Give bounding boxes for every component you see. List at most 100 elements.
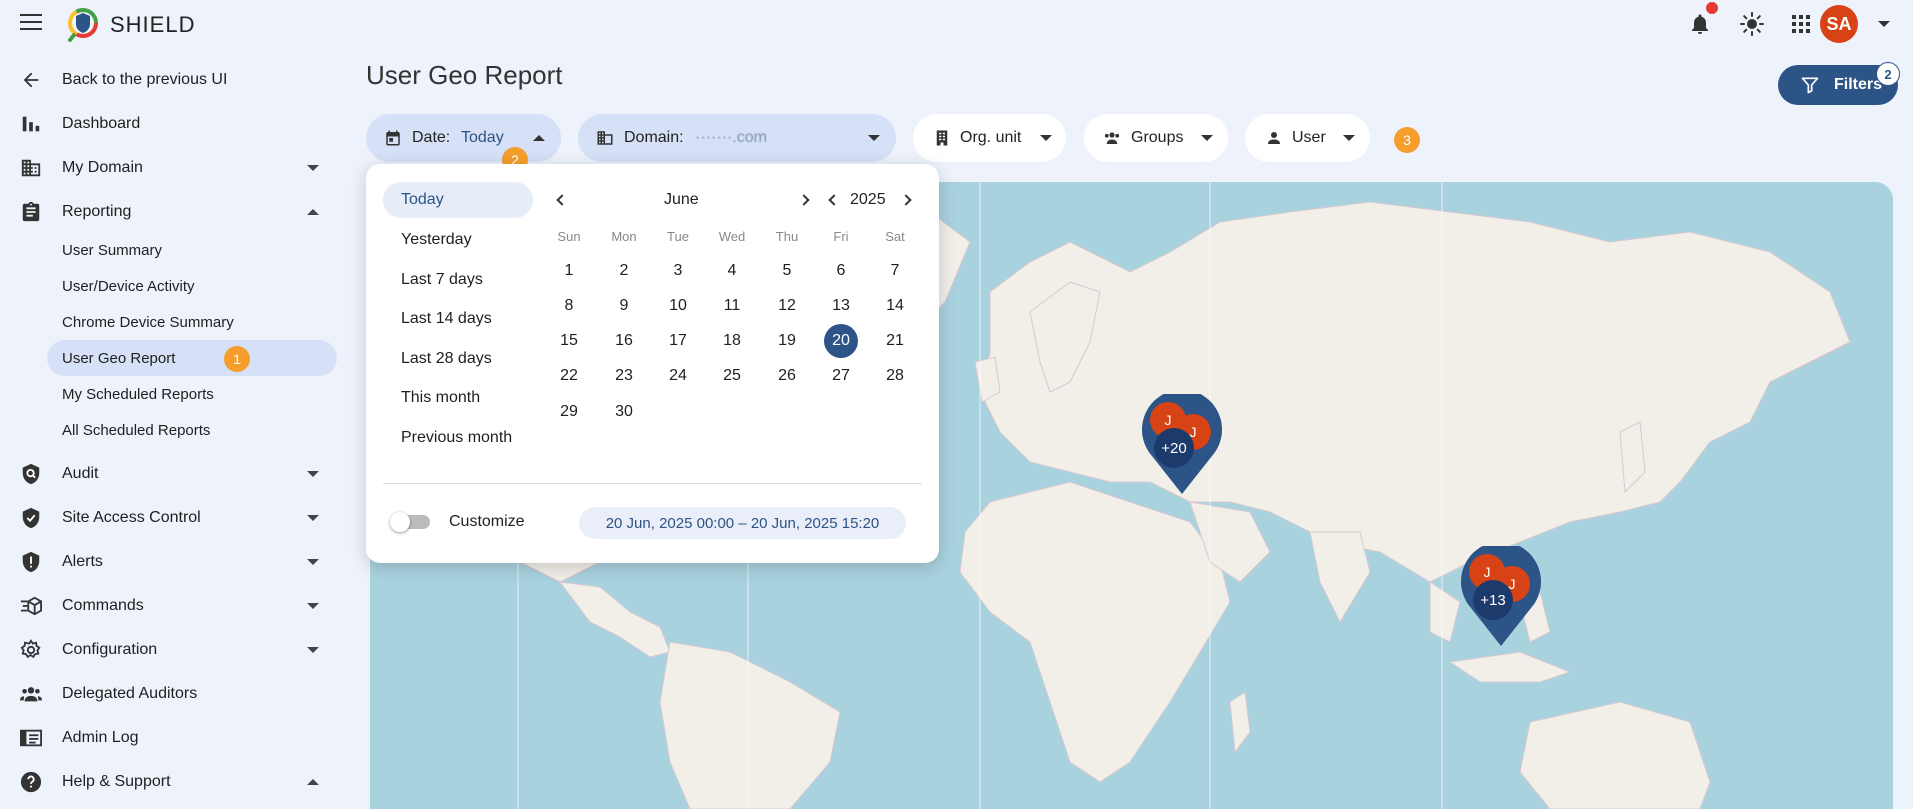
org-unit-filter-chip[interactable]: Org. unit (913, 114, 1066, 162)
nav-sub-all-scheduled-reports[interactable]: All Scheduled Reports (47, 412, 337, 448)
toggle-knob (390, 512, 410, 532)
calendar-day[interactable]: 16 (607, 324, 641, 358)
nav-sub-chrome-device-summary[interactable]: Chrome Device Summary (47, 304, 337, 340)
nav-label: Alerts (62, 553, 103, 570)
domain-chip-value: ·······.com (695, 129, 767, 146)
user-filter-chip[interactable]: User (1245, 114, 1370, 162)
calendar-day[interactable]: 28 (878, 359, 912, 393)
weekday-label: Sun (557, 229, 581, 244)
audit-icon (22, 463, 40, 485)
calendar-day[interactable]: 12 (770, 289, 804, 323)
nav-delegated-auditors[interactable]: Delegated Auditors (0, 674, 340, 714)
calendar-day[interactable]: 13 (824, 289, 858, 323)
calendar-day[interactable]: 7 (878, 254, 912, 288)
nav-sub-user-summary[interactable]: User Summary (47, 232, 337, 268)
weekday-label: Fri (833, 229, 849, 244)
prev-year-icon[interactable] (828, 194, 840, 206)
chevron-down-icon (307, 471, 319, 477)
cluster-count-badge[interactable]: +20 (1154, 428, 1194, 468)
preset-last-14-days[interactable]: Last 14 days (383, 301, 533, 337)
shield-check-icon (22, 507, 40, 529)
cluster-count-badge[interactable]: +13 (1473, 580, 1513, 620)
chevron-up-icon (533, 135, 545, 141)
calendar-year: 2025 (850, 191, 886, 208)
nav-commands[interactable]: Commands (0, 586, 340, 626)
calendar-day[interactable]: 2 (607, 254, 641, 288)
calendar-day[interactable]: 22 (552, 359, 586, 393)
map-cluster-marker-east-asia[interactable]: J J +13 (1459, 541, 1543, 646)
nav-label: Configuration (62, 641, 158, 658)
calendar-day[interactable]: 23 (607, 359, 641, 393)
nav-audit[interactable]: Audit (0, 454, 340, 494)
next-month-icon[interactable] (798, 194, 810, 206)
account-menu-caret-icon[interactable] (1878, 21, 1890, 27)
calendar-day[interactable]: 25 (715, 359, 749, 393)
preset-yesterday[interactable]: Yesterday (383, 222, 533, 258)
nav-my-domain[interactable]: My Domain (0, 148, 340, 188)
calendar-day[interactable]: 4 (715, 254, 749, 288)
calendar-day[interactable]: 10 (661, 289, 695, 323)
calendar-day[interactable]: 18 (715, 324, 749, 358)
calendar-day[interactable]: 30 (607, 395, 641, 429)
nav-configuration[interactable]: Configuration (0, 630, 340, 670)
top-bar: SHIELD SA (0, 0, 1913, 48)
calendar-day[interactable]: 11 (715, 289, 749, 323)
calendar-day[interactable]: 27 (824, 359, 858, 393)
clipboard-icon (22, 201, 40, 222)
nav-site-access-control[interactable]: Site Access Control (0, 498, 340, 538)
gear-icon (20, 639, 41, 659)
calendar-day[interactable]: 5 (770, 254, 804, 288)
user-avatar[interactable]: SA (1820, 5, 1858, 43)
nav-label: Admin Log (62, 729, 139, 746)
calendar-day[interactable]: 9 (607, 289, 641, 323)
domain-filter-chip[interactable]: Domain: ·······.com (578, 114, 896, 162)
calendar-day[interactable]: 8 (552, 289, 586, 323)
preset-today[interactable]: Today (383, 182, 533, 218)
notification-dot (1706, 2, 1718, 14)
weekday-label: Mon (611, 229, 637, 244)
calendar-day[interactable]: 6 (824, 254, 858, 288)
calendar-day-selected[interactable]: 20 (824, 324, 858, 358)
calendar-day[interactable]: 26 (770, 359, 804, 393)
nav-alerts[interactable]: Alerts (0, 542, 340, 582)
apps-grid-icon[interactable] (1789, 12, 1813, 36)
nav-label: Back to the previous UI (62, 71, 228, 88)
weekday-label: Wed (718, 229, 746, 244)
preset-last-28-days[interactable]: Last 28 days (383, 341, 533, 377)
date-filter-chip[interactable]: Date: Today (366, 114, 561, 162)
filters-count-badge: 2 (1876, 62, 1900, 86)
nav-help-support[interactable]: Help & Support (0, 762, 340, 802)
customize-toggle[interactable] (390, 512, 430, 532)
calendar-day[interactable]: 17 (661, 324, 695, 358)
preset-last-7-days[interactable]: Last 7 days (383, 262, 533, 298)
bar-chart-icon (22, 116, 40, 132)
calendar-day[interactable]: 15 (552, 324, 586, 358)
calendar-day[interactable]: 19 (770, 324, 804, 358)
nav-reporting[interactable]: Reporting (0, 192, 340, 232)
nav-admin-log[interactable]: Admin Log (0, 718, 340, 758)
preset-previous-month[interactable]: Previous month (383, 420, 543, 456)
map-cluster-marker-europe[interactable]: J J +20 (1140, 389, 1224, 494)
chevron-down-icon (1040, 135, 1052, 141)
next-year-icon[interactable] (900, 194, 912, 206)
nav-sub-my-scheduled-reports[interactable]: My Scheduled Reports (47, 376, 337, 412)
weekday-label: Thu (775, 229, 799, 244)
calendar-day[interactable]: 21 (878, 324, 912, 358)
nav-dashboard[interactable]: Dashboard (0, 104, 340, 144)
calendar-day[interactable]: 24 (661, 359, 695, 393)
alert-shield-icon (22, 551, 40, 573)
calendar-day[interactable]: 1 (552, 254, 586, 288)
bell-icon[interactable] (1688, 12, 1712, 36)
calendar-day[interactable]: 14 (878, 289, 912, 323)
customize-label: Customize (449, 513, 525, 530)
calendar-day[interactable]: 29 (552, 395, 586, 429)
calendar-day[interactable]: 3 (661, 254, 695, 288)
menu-icon[interactable] (20, 14, 42, 32)
preset-this-month[interactable]: This month (383, 380, 533, 416)
nav-sub-user-geo-report[interactable]: User Geo Report (47, 340, 337, 376)
nav-back-previous-ui[interactable]: Back to the previous UI (0, 60, 340, 100)
groups-filter-chip[interactable]: Groups (1084, 114, 1228, 162)
nav-sub-user-device-activity[interactable]: User/Device Activity (47, 268, 337, 304)
theme-toggle-icon[interactable] (1740, 12, 1764, 36)
prev-month-icon[interactable] (556, 194, 568, 206)
